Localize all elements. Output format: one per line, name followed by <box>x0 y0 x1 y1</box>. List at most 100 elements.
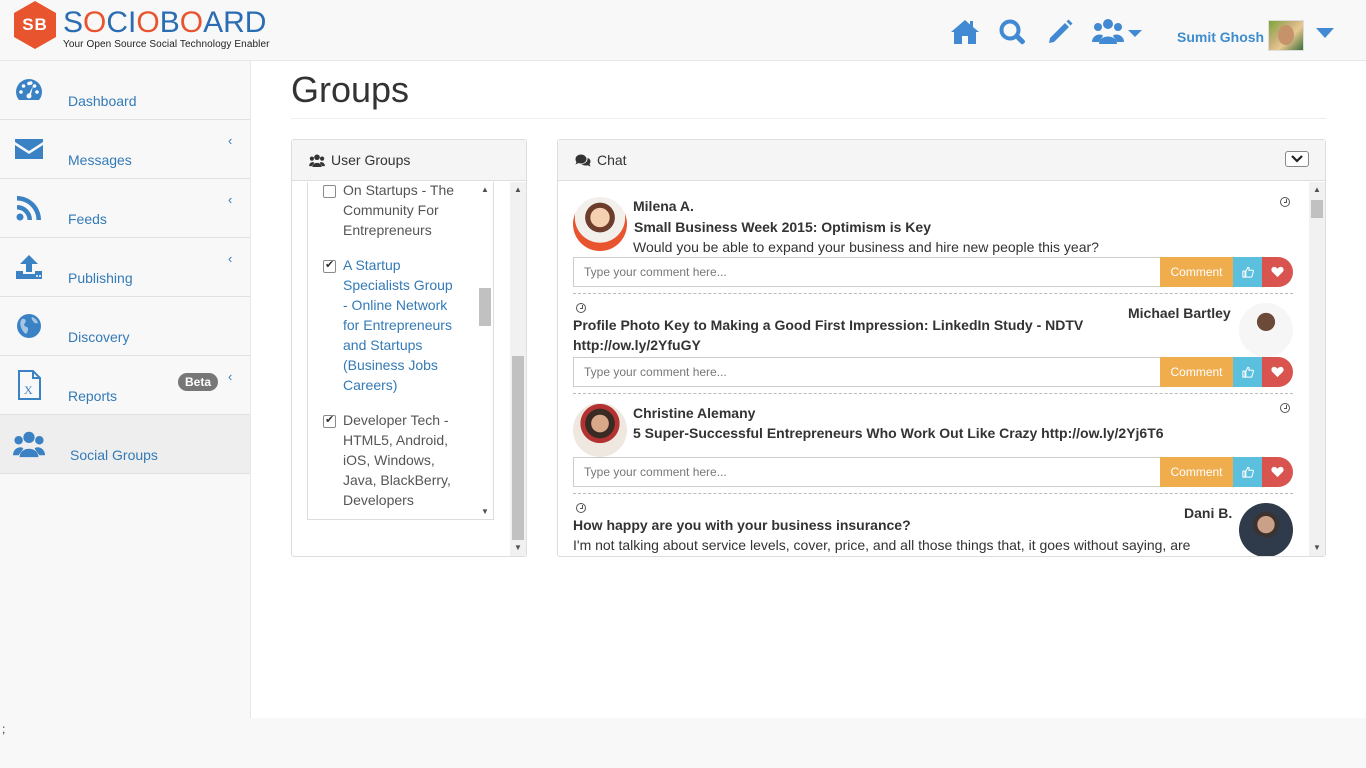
comments-icon <box>575 154 591 166</box>
post-title: Profile Photo Key to Making a Good First… <box>573 317 1084 333</box>
socioboard-logo[interactable]: SB SOCIOBOARD Your Open Source Social Te… <box>14 1 270 50</box>
svg-text:X: X <box>24 383 33 397</box>
groups-panel-scrollbar[interactable]: ▲ ▼ <box>510 182 526 556</box>
users-icon <box>13 428 45 460</box>
users-icon <box>309 153 325 167</box>
comment-row: Comment <box>573 357 1293 387</box>
sidebar-item-label: Messages <box>68 152 132 168</box>
globe-icon <box>13 310 45 342</box>
post-author: Michael Bartley <box>1128 305 1231 321</box>
top-navbar: SB SOCIOBOARD Your Open Source Social Te… <box>0 0 1366 61</box>
post-author: Christine Alemany <box>633 405 756 421</box>
thumbs-up-icon <box>1241 466 1254 478</box>
sidebar-item-messages[interactable]: Messages ‹ <box>0 120 250 179</box>
comment-input[interactable] <box>573 357 1160 387</box>
chevron-down-icon <box>1291 155 1303 163</box>
scrollbar-thumb[interactable] <box>512 356 524 540</box>
title-divider <box>291 118 1326 119</box>
scrollbar-thumb[interactable] <box>1311 200 1323 218</box>
comment-input[interactable] <box>573 457 1160 487</box>
post-body: I'm not talking about service levels, co… <box>573 537 1191 553</box>
chevron-left-icon: ‹ <box>228 192 233 207</box>
page-footer <box>0 718 1366 768</box>
sidebar-item-label: Social Groups <box>70 447 158 463</box>
user-groups-header: User Groups <box>292 140 526 181</box>
stray-text: ; <box>2 722 6 736</box>
author-avatar <box>573 403 627 457</box>
clock-icon <box>576 303 586 313</box>
scroll-up-arrow-icon[interactable]: ▲ <box>1313 185 1321 194</box>
sidebar-item-label: Dashboard <box>68 93 137 109</box>
group-checkbox[interactable] <box>323 185 336 198</box>
user-groups-title: User Groups <box>331 152 411 168</box>
rss-icon <box>13 192 45 224</box>
search-icon[interactable] <box>998 18 1028 46</box>
groups-list[interactable]: On Startups - The Community For Entrepre… <box>307 182 494 520</box>
post-author: Dani B. <box>1184 505 1233 521</box>
user-name: Sumit Ghosh <box>1177 28 1265 45</box>
sidebar-item-social-groups[interactable]: Social Groups <box>0 415 250 474</box>
scroll-down-arrow-icon[interactable]: ▼ <box>481 507 489 516</box>
post-divider <box>573 493 1293 494</box>
post-title: How happy are you with your business ins… <box>573 517 911 533</box>
post-body: Would you be able to expand your busines… <box>633 239 1099 255</box>
clock-icon <box>1280 403 1290 413</box>
header-icon-nav <box>950 18 1162 46</box>
chevron-down-icon <box>1316 27 1335 38</box>
chevron-left-icon: ‹ <box>228 251 233 266</box>
heart-icon <box>1271 466 1284 478</box>
scroll-up-arrow-icon[interactable]: ▲ <box>481 185 489 194</box>
love-button[interactable] <box>1262 357 1293 387</box>
beta-badge: Beta <box>178 373 219 391</box>
sidebar-item-label: Publishing <box>68 270 133 286</box>
dashboard-icon <box>13 74 45 106</box>
love-button[interactable] <box>1262 457 1293 487</box>
post-divider <box>573 393 1293 394</box>
user-avatar <box>1268 20 1305 51</box>
excel-file-icon: X <box>13 369 45 401</box>
page-title: Groups <box>291 69 410 110</box>
groups-list-scrollbar[interactable]: ▲ ▼ <box>477 182 493 519</box>
like-button[interactable] <box>1233 357 1262 387</box>
user-menu[interactable]: Sumit Ghosh <box>1177 20 1336 51</box>
clock-icon <box>576 503 586 513</box>
post-author: Milena A. <box>633 198 694 214</box>
love-button[interactable] <box>1262 257 1293 287</box>
sidebar-item-reports[interactable]: X Reports Beta ‹ <box>0 356 250 415</box>
heart-icon <box>1271 366 1284 378</box>
logo-mark: SB <box>14 1 56 49</box>
comment-button[interactable]: Comment <box>1160 257 1233 287</box>
pencil-icon[interactable] <box>1046 18 1074 46</box>
group-checkbox[interactable] <box>323 413 336 428</box>
chat-scrollbar[interactable]: ▲ ▼ <box>1309 182 1325 556</box>
post-link[interactable]: http://ow.ly/2YfuGY <box>573 335 701 355</box>
scroll-down-arrow-icon[interactable]: ▼ <box>514 543 522 552</box>
thumbs-up-icon <box>1241 366 1254 378</box>
like-button[interactable] <box>1233 257 1262 287</box>
sidebar-item-dashboard[interactable]: Dashboard <box>0 61 250 120</box>
sidebar-item-publishing[interactable]: Publishing ‹ <box>0 238 250 297</box>
sidebar-item-label: Feeds <box>68 211 107 227</box>
group-checkbox[interactable] <box>323 258 336 273</box>
user-groups-panel: User Groups On Startups - The Community … <box>291 139 527 557</box>
sidebar-item-feeds[interactable]: Feeds ‹ <box>0 179 250 238</box>
chevron-left-icon: ‹ <box>228 369 233 384</box>
users-dropdown-icon[interactable] <box>1092 18 1144 46</box>
like-button[interactable] <box>1233 457 1262 487</box>
comment-button[interactable]: Comment <box>1160 457 1233 487</box>
scrollbar-thumb[interactable] <box>479 288 491 326</box>
home-icon[interactable] <box>950 19 980 45</box>
chat-collapse-toggle[interactable] <box>1285 151 1309 167</box>
sidebar-item-discovery[interactable]: Discovery <box>0 297 250 356</box>
chat-panel: Chat Milena A. Small Business Week 2015:… <box>557 139 1326 557</box>
scroll-down-arrow-icon[interactable]: ▼ <box>1313 543 1321 552</box>
main-content: Groups User Groups On Startups - The Com… <box>251 61 1366 718</box>
group-link[interactable]: A Startup Specialists Group - Online Net… <box>343 255 473 395</box>
comment-row: Comment <box>573 257 1293 287</box>
post-title: Small Business Week 2015: Optimism is Ke… <box>634 219 931 235</box>
comment-button[interactable]: Comment <box>1160 357 1233 387</box>
scroll-up-arrow-icon[interactable]: ▲ <box>514 185 522 194</box>
comment-input[interactable] <box>573 257 1160 287</box>
chevron-left-icon: ‹ <box>228 133 233 148</box>
clock-icon <box>1280 197 1290 207</box>
